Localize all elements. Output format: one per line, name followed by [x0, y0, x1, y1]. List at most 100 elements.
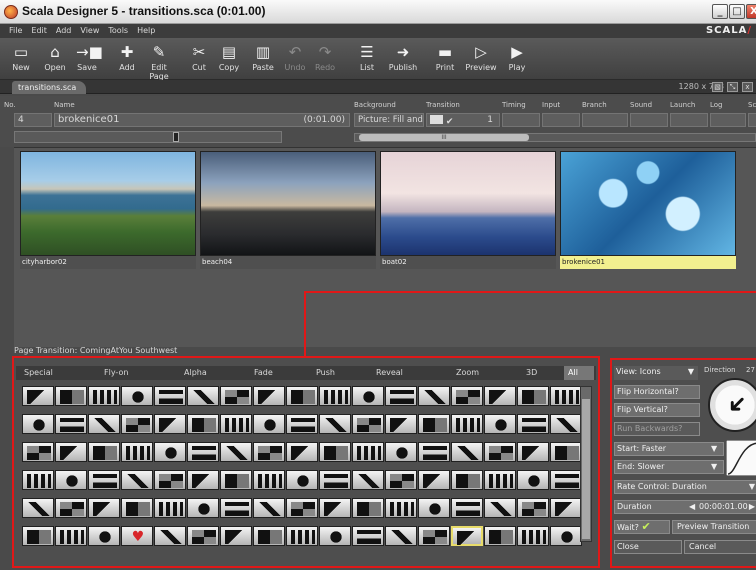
transition-stripes-icon[interactable] [550, 498, 582, 518]
transition-split-h-icon[interactable] [121, 386, 153, 406]
transition-bars-v-icon[interactable] [88, 414, 120, 434]
menu-edit[interactable]: Edit [31, 24, 47, 38]
transition-circle-icon[interactable] [253, 442, 285, 462]
close-window-button[interactable]: X [746, 4, 756, 19]
transition-arch-icon[interactable] [121, 442, 153, 462]
transition-arrow-up-icon[interactable] [55, 442, 87, 462]
menu-view[interactable]: View [80, 24, 99, 38]
transition-arch-icon[interactable] [484, 498, 516, 518]
transition-push-down-icon[interactable] [352, 442, 384, 462]
transition-push-down-icon[interactable] [55, 526, 87, 546]
transition-zigzag-icon[interactable] [55, 470, 87, 490]
flip-horizontal-toggle[interactable]: Flip Horizontal? [614, 385, 700, 399]
log-field[interactable] [710, 113, 746, 127]
transition-sweep-icon[interactable] [286, 526, 318, 546]
transition-diag-wipe-icon[interactable] [22, 498, 54, 518]
background-field[interactable]: Picture: Fill and [354, 113, 424, 127]
transition-arrow-diag-icon[interactable] [484, 414, 516, 434]
transition-zigzag-icon[interactable] [253, 414, 285, 434]
paste-button[interactable]: ▥ Paste [246, 41, 280, 79]
transition-arrow-diag-icon[interactable] [286, 470, 318, 490]
columns-hscroll[interactable]: III [354, 133, 756, 142]
sound-field[interactable] [630, 113, 668, 127]
thumbnail-boat02[interactable]: boat02 [380, 151, 556, 269]
transition-arrow-up-icon[interactable] [319, 526, 351, 546]
transition-arrow-diag-icon[interactable] [187, 498, 219, 518]
thumbnail-cityharbor02[interactable]: cityharbor02 [20, 151, 196, 269]
transition-circle-rot-icon[interactable] [385, 414, 417, 434]
launch-field[interactable] [670, 113, 708, 127]
transition-arrow-up-icon[interactable] [517, 470, 549, 490]
transition-sweep-icon[interactable] [121, 414, 153, 434]
transition-bars-v-icon[interactable] [253, 526, 285, 546]
transition-arrow-down-icon[interactable] [418, 442, 450, 462]
transition-circle-icon[interactable] [55, 498, 87, 518]
transition-circle-rot-icon[interactable] [550, 526, 582, 546]
transition-circle-rot-icon[interactable] [286, 442, 318, 462]
undo-button[interactable]: ↶ Undo [278, 41, 312, 79]
decrement-icon[interactable]: ◀ [689, 501, 695, 513]
input-field[interactable] [542, 113, 580, 127]
sc-field[interactable] [748, 113, 756, 127]
tab-fly-on[interactable]: Fly-on [100, 366, 176, 380]
transition-diag-wipe-icon[interactable] [319, 414, 351, 434]
tab-all[interactable]: All [564, 366, 594, 380]
transition-bars-v-icon[interactable] [451, 470, 483, 490]
close-button[interactable]: Close [614, 540, 682, 554]
transition-wipe-right-icon[interactable] [418, 470, 450, 490]
redo-button[interactable]: ↷ Redo [308, 41, 342, 79]
wait-toggle[interactable]: Wait? ✔ [614, 520, 670, 534]
thumbnail-beach04[interactable]: beach04 [200, 151, 376, 269]
view-dropdown[interactable]: View: Icons ▼ [614, 366, 698, 380]
scissors-button[interactable]: ✂ Cut [182, 41, 216, 79]
transition-arrow-down-icon[interactable] [517, 414, 549, 434]
transition-wipe-right-icon[interactable] [517, 442, 549, 462]
transition-split-h-icon[interactable] [187, 526, 219, 546]
transition-grid-scrollbar[interactable] [580, 386, 592, 542]
transition-stripes-icon[interactable] [451, 526, 483, 546]
add-button[interactable]: ✚ Add [110, 41, 144, 79]
transition-stripes-icon[interactable] [286, 414, 318, 434]
transition-split-v-icon[interactable] [286, 386, 318, 406]
page-name-field[interactable]: brokenice01 (0:01.00) [54, 113, 350, 127]
edit-button[interactable]: ✎ Edit Page [142, 41, 176, 81]
start-easing-dropdown[interactable]: Start: Faster ▼ [614, 442, 724, 456]
app-icon[interactable] [4, 5, 18, 19]
transition-split-h-icon[interactable] [385, 470, 417, 490]
menu-add[interactable]: Add [56, 24, 72, 38]
transition-push-right-icon[interactable] [517, 386, 549, 406]
rate-control-dropdown[interactable]: Rate Control: Duration ▼ [614, 480, 756, 494]
transition-push-right-icon[interactable] [319, 442, 351, 462]
transition-split-v-icon[interactable] [451, 498, 483, 518]
transition-bars-v-icon[interactable] [352, 498, 384, 518]
transition-split-v-icon[interactable] [187, 414, 219, 434]
tab-transitions-sca[interactable]: transitions.sca [12, 81, 87, 94]
preview-button[interactable]: ▷ Preview [464, 41, 498, 79]
copy-button[interactable]: ▤ Copy [212, 41, 246, 79]
transition-push-right-icon[interactable] [22, 526, 54, 546]
transition-circle-icon[interactable] [352, 414, 384, 434]
transition-arch-icon[interactable] [385, 526, 417, 546]
transition-split-v-icon[interactable] [352, 526, 384, 546]
transition-diag-wipe-icon[interactable] [418, 386, 450, 406]
close-tab-icon[interactable]: x [742, 82, 753, 92]
transition-arrow-up-icon[interactable] [154, 414, 186, 434]
transition-arrow-right-icon[interactable] [451, 442, 483, 462]
fit-icon[interactable]: ⤡ [727, 82, 738, 92]
transition-sweep-icon[interactable] [22, 442, 54, 462]
thumbnail-brokenice01[interactable]: brokenice01 [560, 151, 736, 269]
branch-field[interactable] [582, 113, 628, 127]
transition-push-right-icon[interactable] [121, 498, 153, 518]
transition-sweep-icon[interactable] [385, 498, 417, 518]
transition-arrow-up-icon[interactable] [253, 386, 285, 406]
transition-push-down-icon[interactable] [154, 498, 186, 518]
tab-zoom[interactable]: Zoom [452, 366, 518, 380]
timeline-slider[interactable] [14, 131, 282, 143]
tab-reveal[interactable]: Reveal [372, 366, 448, 380]
cancel-button[interactable]: Cancel [684, 540, 756, 554]
direction-dial[interactable]: ➜ [708, 378, 756, 432]
transition-arrow-diag-icon[interactable] [385, 442, 417, 462]
play-button[interactable]: ▶ Play [500, 41, 534, 79]
transition-split-h-icon[interactable] [484, 442, 516, 462]
transition-stripes-icon[interactable] [385, 386, 417, 406]
